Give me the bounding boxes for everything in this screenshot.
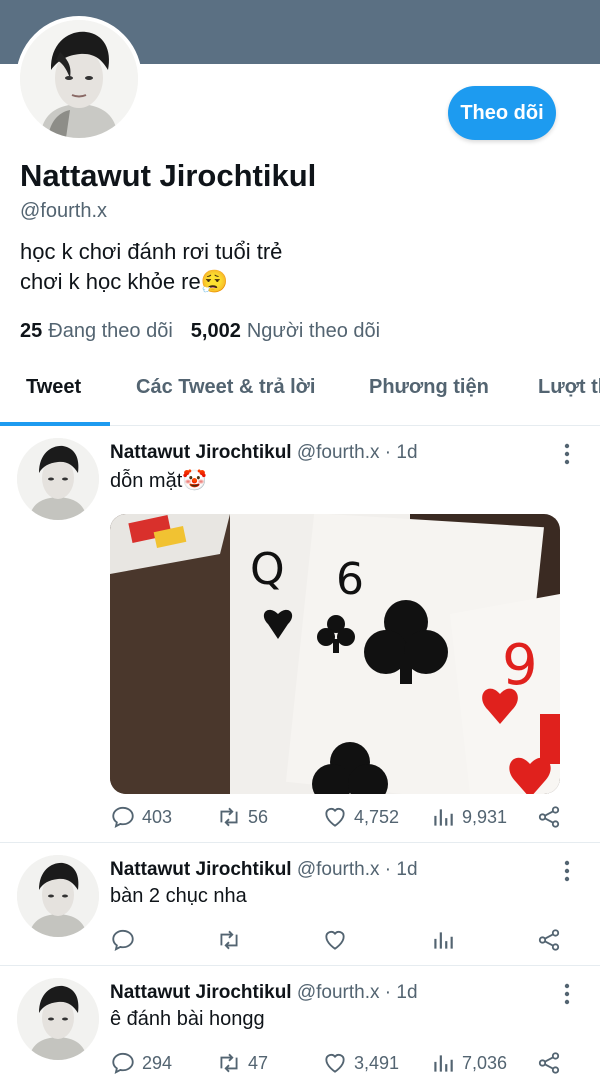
- more-options-icon[interactable]: [556, 982, 578, 1006]
- retweet-button[interactable]: 56: [216, 804, 268, 830]
- heart-icon: [325, 808, 345, 827]
- like-button[interactable]: 4,752: [322, 804, 399, 830]
- views-icon: [434, 1055, 453, 1072]
- views-count: 9,931: [462, 806, 508, 827]
- tweet-meta: @fourth.x · 1d: [296, 982, 418, 1003]
- playing-cards-image: Q 6 9: [110, 514, 560, 794]
- heart-icon: [325, 1054, 345, 1073]
- tweet[interactable]: Nattawut Jirochtikul @fourth.x · 1d dỗn …: [0, 426, 600, 843]
- views-count: 7,036: [462, 1052, 508, 1073]
- profile-bio: học k chơi đánh rơi tuổi trẻ chơi k học …: [20, 237, 282, 297]
- tweet-meta: @fourth.x · 1d: [296, 442, 418, 463]
- tab-likes[interactable]: Lượt thích: [538, 376, 600, 399]
- profile-handle: @fourth.x: [20, 200, 108, 222]
- reply-icon: [112, 929, 134, 951]
- share-icon: [538, 929, 560, 951]
- like-button[interactable]: 3,491: [322, 1050, 399, 1076]
- tweet-header: Nattawut Jirochtikul @fourth.x · 1d: [110, 982, 418, 1004]
- retweet-count: 56: [248, 806, 269, 827]
- share-icon: [538, 806, 560, 828]
- share-icon: [538, 1052, 560, 1074]
- profile-stats: 25 Đang theo dõi 5,002 Người theo dõi: [20, 320, 380, 343]
- tweet[interactable]: Nattawut Jirochtikul @fourth.x · 1d bàn …: [0, 843, 600, 966]
- reply-icon: [112, 1052, 134, 1074]
- tweet-media-image[interactable]: Q 6 9: [110, 514, 560, 794]
- svg-text:6: 6: [336, 554, 364, 605]
- tweet-avatar[interactable]: [17, 978, 99, 1060]
- tweet-avatar[interactable]: [17, 855, 99, 937]
- retweet-icon: [220, 930, 238, 950]
- tweet-meta: @fourth.x · 1d: [296, 859, 418, 880]
- tweet-actions: 294 47 3,491 7,036: [110, 1050, 570, 1078]
- follow-button[interactable]: Theo dõi: [448, 86, 556, 140]
- followers-label: Người theo dõi: [246, 320, 381, 342]
- tweet-avatar[interactable]: [17, 438, 99, 520]
- reply-count: 294: [142, 1052, 173, 1073]
- following-link[interactable]: 25 Đang theo dõi: [20, 320, 173, 343]
- views-icon: [434, 809, 453, 826]
- retweet-count: 47: [248, 1052, 269, 1073]
- tweet-text: dỗn mặt🤡: [110, 470, 208, 492]
- reply-button[interactable]: [110, 927, 142, 953]
- more-options-icon[interactable]: [556, 442, 578, 466]
- tweet[interactable]: Nattawut Jirochtikul @fourth.x · 1d ê đá…: [0, 966, 600, 1089]
- bio-line: học k chơi đánh rơi tuổi trẻ: [20, 239, 283, 264]
- share-button[interactable]: [536, 804, 562, 830]
- svg-text:9: 9: [502, 633, 538, 698]
- views-button[interactable]: 9,931: [430, 804, 507, 830]
- tweet-text: ê đánh bài hongg: [110, 1008, 265, 1030]
- tweet-header: Nattawut Jirochtikul @fourth.x · 1d: [110, 859, 418, 881]
- following-label: Đang theo dõi: [48, 320, 173, 342]
- tab-tweets-and-replies[interactable]: Các Tweet & trả lời: [136, 376, 315, 399]
- bio-line: chơi k học khỏe re😮‍💨: [20, 269, 229, 294]
- followers-count: 5,002: [190, 320, 241, 342]
- tab-media[interactable]: Phương tiện: [369, 376, 489, 399]
- tweet-text: bàn 2 chục nha: [110, 885, 247, 907]
- retweet-icon: [220, 807, 238, 827]
- like-button[interactable]: [322, 927, 354, 953]
- heart-icon: [325, 931, 345, 950]
- reply-button[interactable]: 403: [110, 804, 172, 830]
- profile-display-name: Nattawut Jirochtikul: [20, 158, 317, 193]
- share-button[interactable]: [536, 1050, 562, 1076]
- retweet-button[interactable]: [216, 927, 248, 953]
- profile-tabs: Tweet Các Tweet & trả lời Phương tiện Lư…: [0, 360, 600, 426]
- tab-tweets[interactable]: Tweet: [26, 376, 81, 399]
- reply-button[interactable]: 294: [110, 1050, 172, 1076]
- tweet-header: Nattawut Jirochtikul @fourth.x · 1d: [110, 442, 418, 464]
- followers-link[interactable]: 5,002 Người theo dõi: [191, 320, 380, 343]
- reply-count: 403: [142, 806, 173, 827]
- like-count: 3,491: [354, 1052, 400, 1073]
- tweet-author-name[interactable]: Nattawut Jirochtikul: [110, 982, 292, 1003]
- more-options-icon[interactable]: [556, 859, 578, 883]
- profile-avatar[interactable]: [16, 16, 142, 142]
- tweet-author-name[interactable]: Nattawut Jirochtikul: [110, 442, 292, 463]
- like-count: 4,752: [354, 806, 400, 827]
- tweet-author-name[interactable]: Nattawut Jirochtikul: [110, 859, 292, 880]
- views-icon: [434, 932, 453, 949]
- following-count: 25: [20, 320, 43, 342]
- tweet-actions: [110, 927, 570, 955]
- views-button[interactable]: [430, 927, 462, 953]
- views-button[interactable]: 7,036: [430, 1050, 507, 1076]
- reply-icon: [112, 806, 134, 828]
- svg-text:Q: Q: [250, 544, 285, 595]
- tweet-actions: 403 56 4,752 9,931: [110, 804, 570, 832]
- retweet-icon: [220, 1053, 238, 1073]
- share-button[interactable]: [536, 927, 562, 953]
- retweet-button[interactable]: 47: [216, 1050, 268, 1076]
